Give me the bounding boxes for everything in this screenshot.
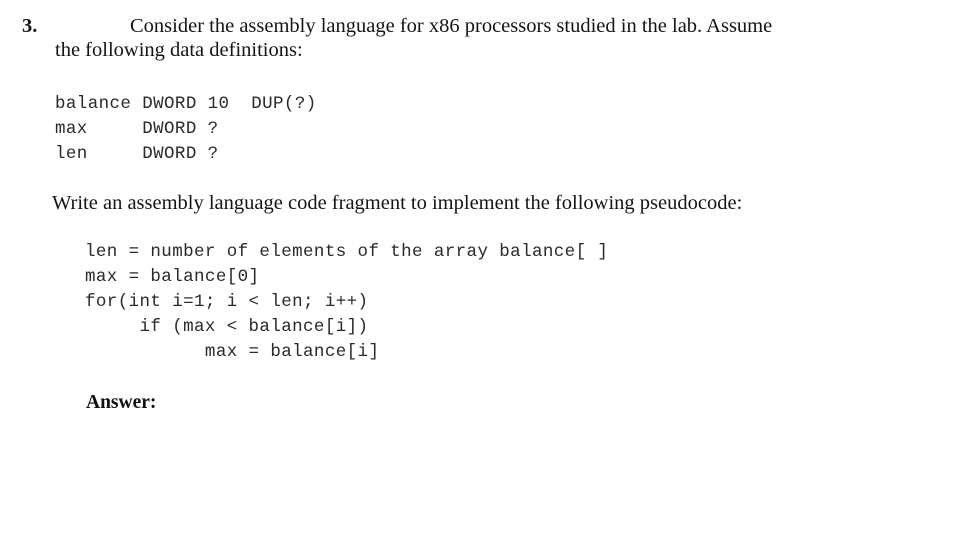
question-stem-line-1: 3. Consider the assembly language for x86… — [0, 14, 972, 38]
answer-label: Answer: — [86, 392, 157, 413]
pseudocode-block: len = number of elements of the array ba… — [85, 242, 609, 362]
question-number: 3. — [22, 15, 38, 37]
question-stem-line-2: the following data definitions: — [55, 39, 303, 61]
question-block: 3. Consider the assembly language for x86… — [0, 14, 972, 62]
document-page: 3. Consider the assembly language for x86… — [0, 0, 972, 538]
task-prompt: Write an assembly language code fragment… — [52, 192, 743, 214]
data-definitions-code: balance DWORD 10 DUP(?) max DWORD ? len … — [55, 94, 317, 164]
question-stem-text-1: Consider the assembly language for x86 p… — [130, 15, 773, 37]
